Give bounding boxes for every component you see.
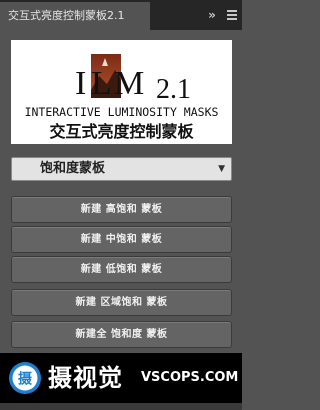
logo-letter-i: I: [75, 65, 86, 102]
new-low-saturation-mask-button[interactable]: 新建 低饱和 蒙板: [11, 256, 232, 283]
new-zone-saturation-mask-button[interactable]: 新建 区域饱和 蒙板: [11, 289, 232, 316]
watermark-seal-icon: 摄: [9, 362, 41, 394]
chevron-down-icon: ▼: [218, 164, 225, 174]
mask-type-value: 饱和度蒙板: [40, 161, 106, 176]
panel-tab-title: 交互式亮度控制蒙板2.1: [8, 9, 125, 22]
logo-subtitle-en: INTERACTIVE LUMINOSITY MASKS: [25, 105, 219, 119]
logo-letter-m: M: [114, 65, 144, 102]
panel-menu-icon[interactable]: [226, 7, 238, 23]
watermark-banner: 摄 摄视觉 VSCOPS.COM: [0, 353, 242, 403]
panel-tab-bar: 交互式亮度控制蒙板2.1 »: [0, 0, 242, 30]
watermark-text-cn: 摄视觉: [48, 364, 123, 392]
collapse-panel-icon[interactable]: »: [204, 7, 220, 23]
logo-version: 2.1: [156, 74, 191, 105]
new-full-saturation-mask-button[interactable]: 新建全 饱和度 蒙板: [11, 321, 232, 348]
logo-subtitle-cn: 交互式亮度控制蒙板: [49, 122, 194, 141]
svg-text:摄: 摄: [18, 371, 33, 388]
mask-type-select[interactable]: 饱和度蒙板 ▼: [11, 157, 232, 181]
watermark-text-en: VSCOPS.COM: [141, 370, 239, 385]
panel-bottom-strip: [0, 403, 242, 410]
new-high-saturation-mask-button[interactable]: 新建 高饱和 蒙板: [11, 196, 232, 223]
ilm-logo: I L M 2.1 INTERACTIVE LUMINOSITY MASKS 交…: [11, 40, 232, 144]
logo-letter-l: L: [91, 65, 112, 102]
new-mid-saturation-mask-button[interactable]: 新建 中饱和 蒙板: [11, 226, 232, 253]
panel-tab[interactable]: 交互式亮度控制蒙板2.1: [0, 2, 150, 30]
